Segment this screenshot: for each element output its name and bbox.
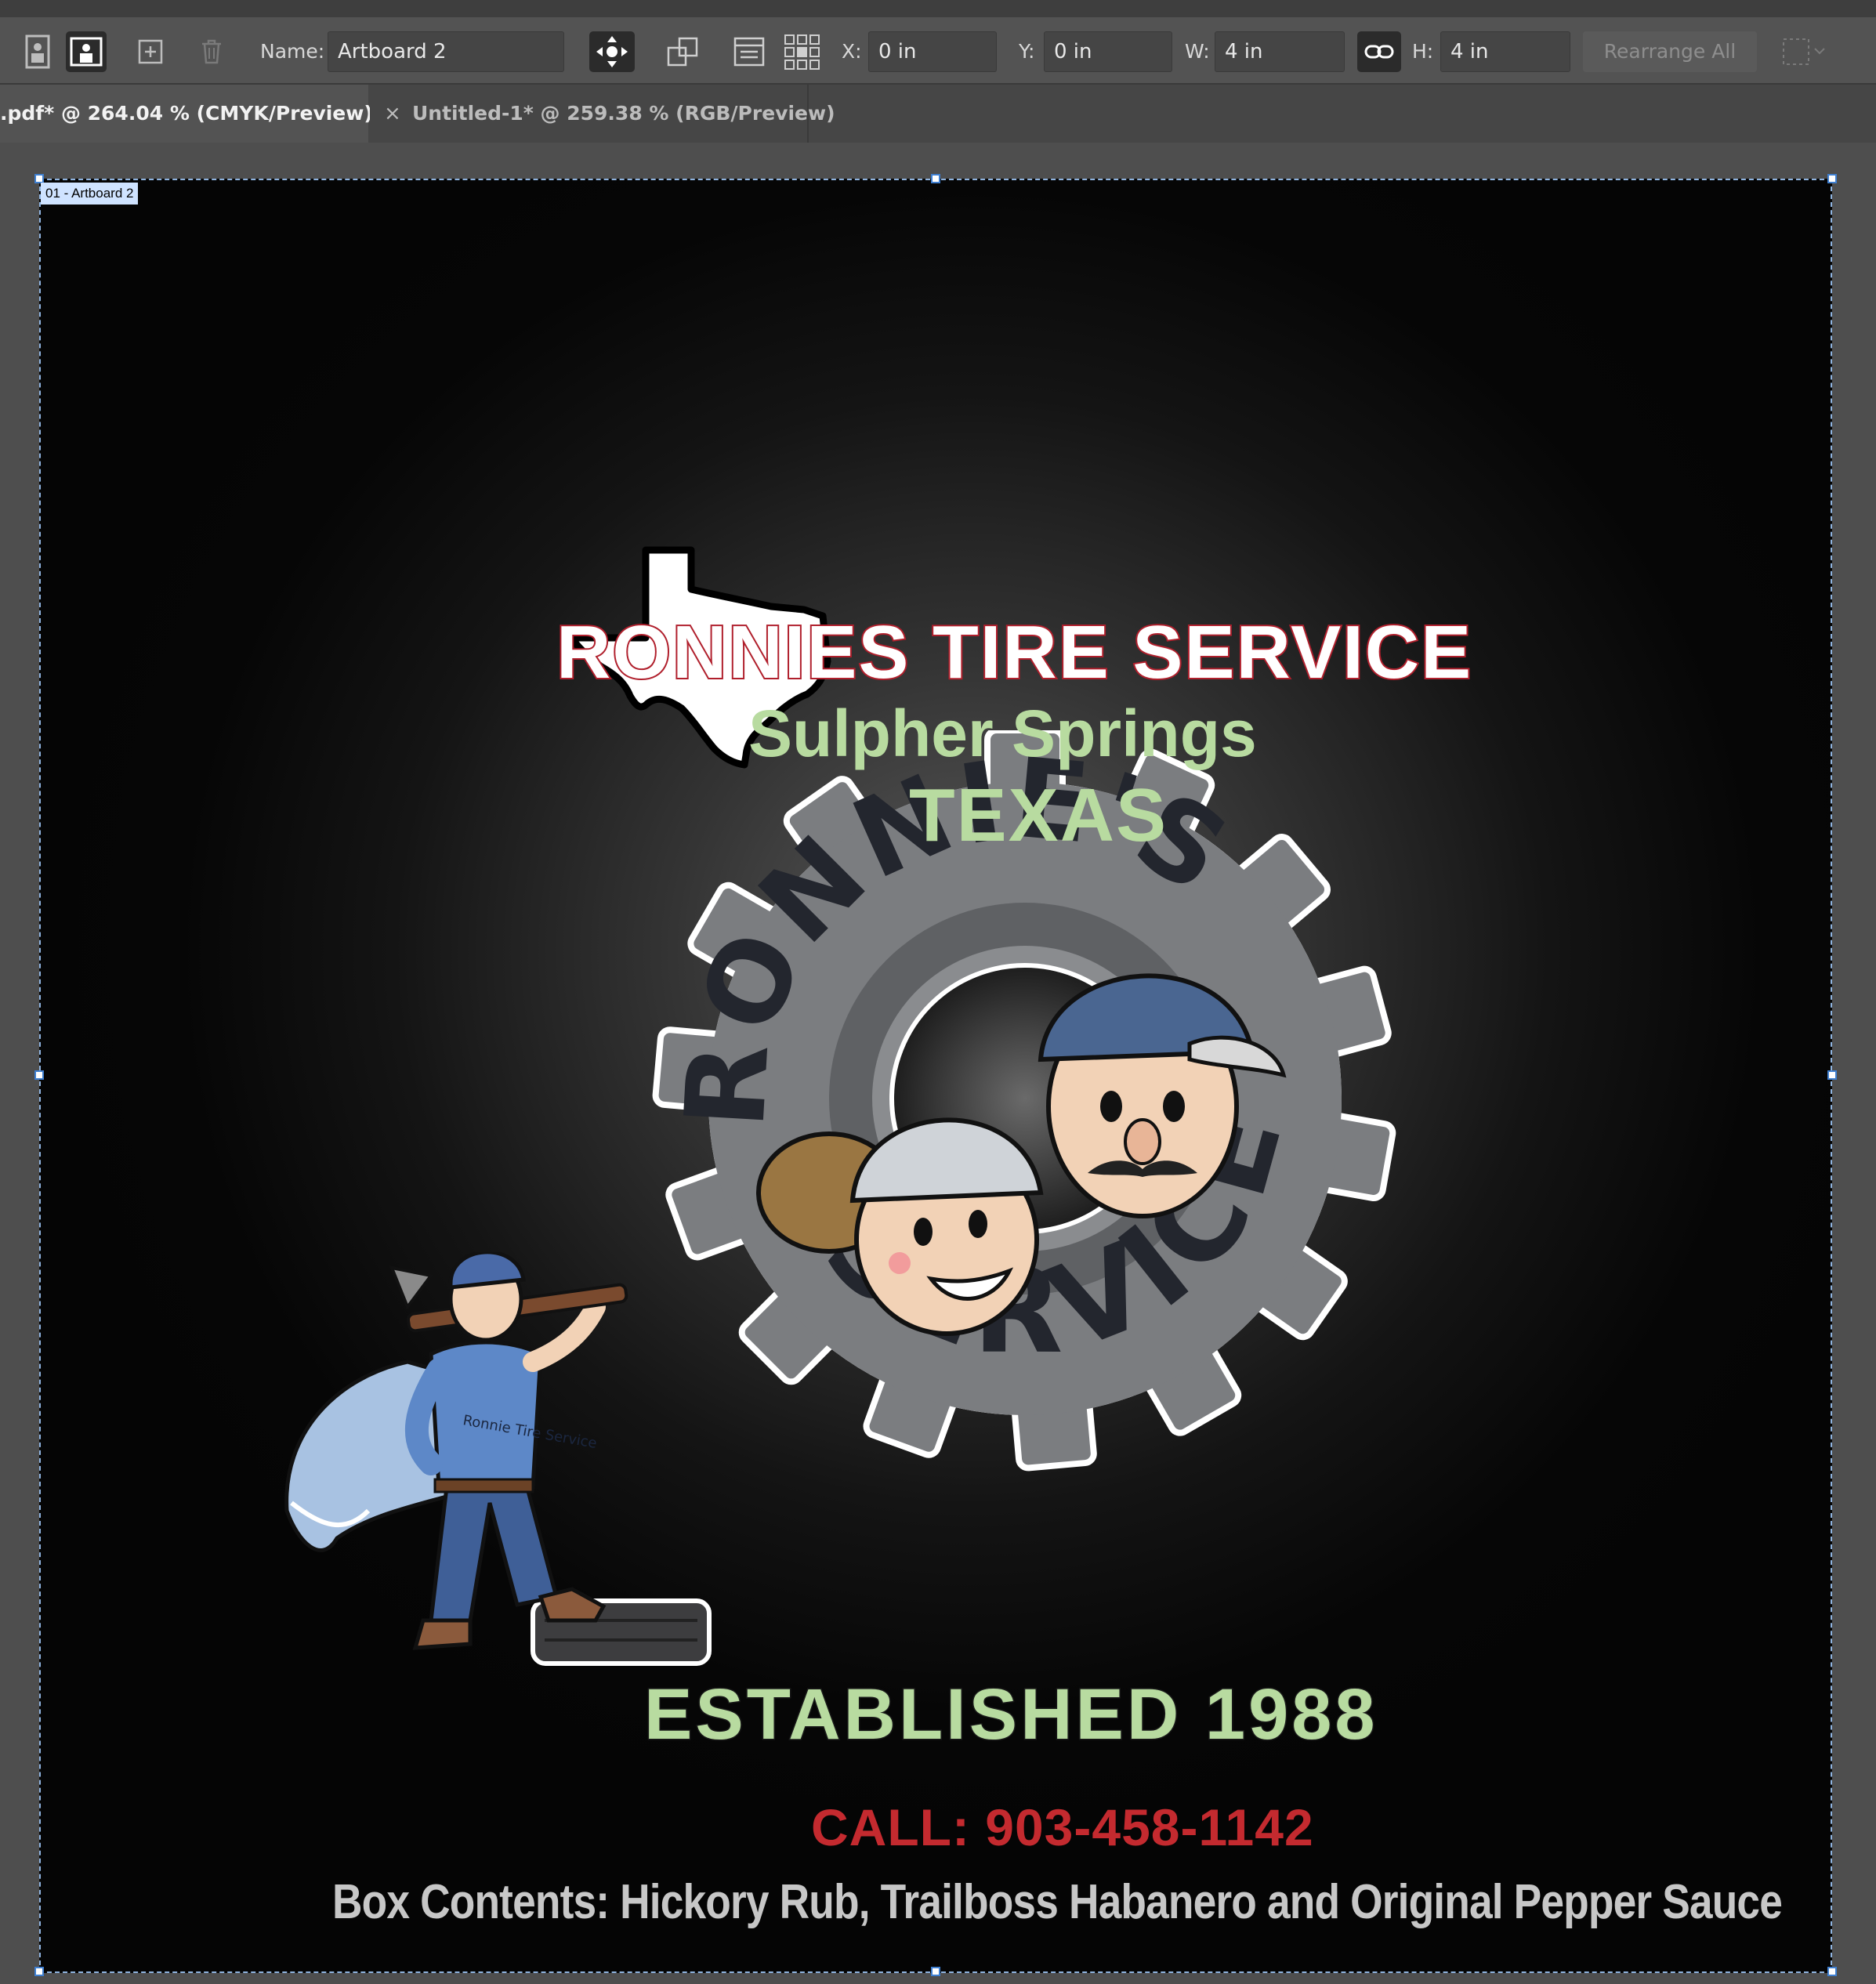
- phone-number-text: CALL: 903-458-1142: [811, 1798, 1314, 1856]
- box-contents-text: Box Contents: Hickory Rub, Trailboss Hab…: [332, 1875, 1783, 1929]
- control-bar: Name: Artboard 2 X: 0 in Y: 0 in W: 4 in…: [0, 0, 1876, 85]
- x-field[interactable]: 0 in: [868, 31, 997, 72]
- move-arrows-icon: [596, 36, 628, 67]
- resize-handle-bottom-left[interactable]: [34, 1967, 44, 1976]
- resize-handle-middle-right[interactable]: [1827, 1070, 1837, 1080]
- trash-icon: [202, 39, 221, 64]
- artboard-label[interactable]: 01 - Artboard 2: [41, 183, 139, 205]
- w-label: W:: [1185, 40, 1210, 63]
- w-field[interactable]: 4 in: [1215, 31, 1345, 72]
- h-label: H:: [1412, 40, 1434, 63]
- artboard-layout-menu[interactable]: [1780, 31, 1831, 72]
- tab-document-pdf[interactable]: .pdf* @ 264.04 % (CMYK/Preview): [0, 85, 373, 143]
- link-icon: [1364, 45, 1394, 59]
- list-panel-icon: [733, 37, 765, 67]
- document-tab-bar: .pdf* @ 264.04 % (CMYK/Preview) × Untitl…: [0, 85, 1876, 143]
- landscape-orientation-button[interactable]: [66, 31, 107, 72]
- state-text: TEXAS: [909, 773, 1168, 857]
- show-center-mark-button[interactable]: [729, 31, 770, 72]
- name-label: Name:: [260, 40, 325, 63]
- resize-handle-bottom-center[interactable]: [931, 1967, 940, 1976]
- tab-untitled-1[interactable]: × Untitled-1* @ 259.38 % (RGB/Preview): [370, 85, 835, 143]
- constrain-proportions-button[interactable]: [1357, 31, 1401, 72]
- grid-icon: [784, 34, 820, 70]
- artboard[interactable]: RONNIE'S TIRE SERVICE: [39, 179, 1832, 1973]
- established-text: ESTABLISHED 1988: [643, 1674, 1378, 1756]
- resize-handle-bottom-right[interactable]: [1827, 1967, 1837, 1976]
- h-field[interactable]: 4 in: [1440, 31, 1570, 72]
- delete-artboard-button[interactable]: [191, 31, 232, 72]
- resize-handle-top-right[interactable]: [1827, 174, 1837, 183]
- rearrange-all-button[interactable]: Rearrange All: [1583, 31, 1757, 72]
- new-artboard-button[interactable]: [130, 31, 171, 72]
- y-label: Y:: [1019, 40, 1035, 63]
- artboard-name-field[interactable]: Artboard 2: [328, 31, 564, 72]
- artboard-grid-button[interactable]: [782, 31, 823, 72]
- close-icon[interactable]: ×: [384, 85, 401, 143]
- portrait-orientation-button[interactable]: [17, 31, 58, 72]
- landscape-icon: [70, 37, 103, 67]
- tab-label: .pdf* @ 264.04 % (CMYK/Preview): [0, 102, 373, 125]
- artboard-options-icon: [667, 37, 698, 67]
- portrait-icon: [25, 34, 50, 69]
- artboard-options-button[interactable]: [663, 31, 704, 72]
- city-text: Sulpher Springs: [748, 697, 1257, 770]
- layout-dropdown-icon: [1783, 38, 1825, 65]
- move-with-artboard-button[interactable]: [589, 31, 635, 72]
- tab-label: Untitled-1* @ 259.38 % (RGB/Preview): [412, 102, 835, 125]
- new-artboard-icon: [138, 39, 163, 64]
- mascot-illustration: Ronnie Tire Service: [284, 1252, 712, 1666]
- title-text: RONNIES TIRE SERVICE: [555, 609, 1473, 696]
- resize-handle-middle-left[interactable]: [34, 1070, 44, 1080]
- x-label: X:: [842, 40, 862, 63]
- y-field[interactable]: 0 in: [1044, 31, 1172, 72]
- resize-handle-top-center[interactable]: [931, 174, 940, 183]
